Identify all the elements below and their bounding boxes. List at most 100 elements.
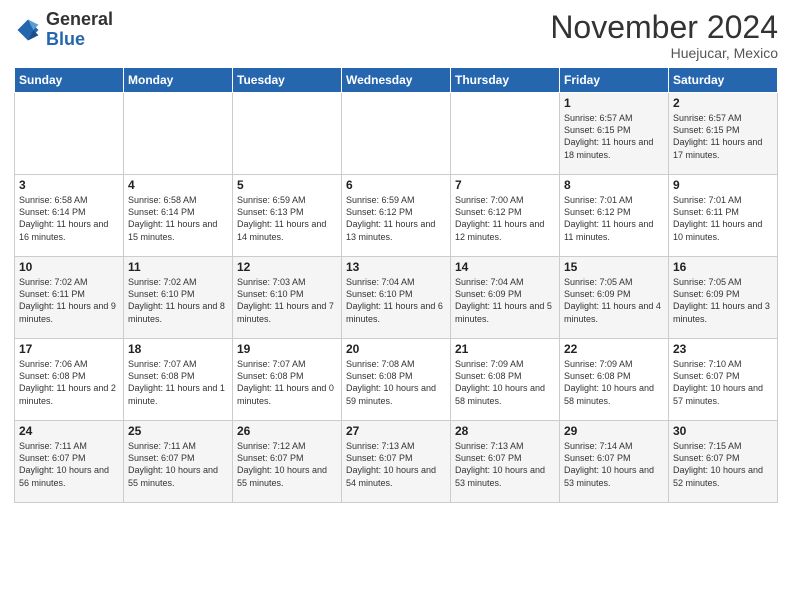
weekday-header-wednesday: Wednesday — [342, 68, 451, 93]
day-number: 2 — [673, 96, 773, 110]
day-number: 21 — [455, 342, 555, 356]
weekday-row: SundayMondayTuesdayWednesdayThursdayFrid… — [15, 68, 778, 93]
logo-text: General Blue — [46, 10, 113, 50]
day-number: 26 — [237, 424, 337, 438]
calendar-body: 1 Sunrise: 6:57 AM Sunset: 6:15 PM Daylig… — [15, 93, 778, 503]
calendar-cell: 5 Sunrise: 6:59 AM Sunset: 6:13 PM Daylig… — [233, 175, 342, 257]
calendar-cell: 15 Sunrise: 7:05 AM Sunset: 6:09 PM Dayli… — [560, 257, 669, 339]
logo-general: General — [46, 9, 113, 29]
calendar-cell: 21 Sunrise: 7:09 AM Sunset: 6:08 PM Dayli… — [451, 339, 560, 421]
day-info: Sunrise: 7:01 AM Sunset: 6:11 PM Dayligh… — [673, 194, 773, 243]
day-number: 28 — [455, 424, 555, 438]
day-number: 8 — [564, 178, 664, 192]
logo: General Blue — [14, 10, 113, 50]
calendar-week-0: 1 Sunrise: 6:57 AM Sunset: 6:15 PM Daylig… — [15, 93, 778, 175]
calendar-cell — [342, 93, 451, 175]
calendar-cell: 12 Sunrise: 7:03 AM Sunset: 6:10 PM Dayli… — [233, 257, 342, 339]
page-header: General Blue November 2024 Huejucar, Mex… — [14, 10, 778, 61]
day-number: 13 — [346, 260, 446, 274]
weekday-header-thursday: Thursday — [451, 68, 560, 93]
day-info: Sunrise: 7:11 AM Sunset: 6:07 PM Dayligh… — [128, 440, 228, 489]
day-info: Sunrise: 7:04 AM Sunset: 6:10 PM Dayligh… — [346, 276, 446, 325]
calendar-cell: 4 Sunrise: 6:58 AM Sunset: 6:14 PM Daylig… — [124, 175, 233, 257]
calendar-week-4: 24 Sunrise: 7:11 AM Sunset: 6:07 PM Dayli… — [15, 421, 778, 503]
calendar-cell: 20Sunrise: 7:08 AM Sunset: 6:08 PM Dayli… — [342, 339, 451, 421]
day-info: Sunrise: 6:57 AM Sunset: 6:15 PM Dayligh… — [673, 112, 773, 161]
calendar-cell — [124, 93, 233, 175]
day-info: Sunrise: 7:01 AM Sunset: 6:12 PM Dayligh… — [564, 194, 664, 243]
day-number: 23 — [673, 342, 773, 356]
page-container: General Blue November 2024 Huejucar, Mex… — [0, 0, 792, 513]
day-number: 16 — [673, 260, 773, 274]
day-number: 4 — [128, 178, 228, 192]
day-info: Sunrise: 7:08 AM Sunset: 6:08 PM Dayligh… — [346, 358, 446, 407]
calendar-week-3: 17 Sunrise: 7:06 AM Sunset: 6:08 PM Dayli… — [15, 339, 778, 421]
calendar-cell: 26 Sunrise: 7:12 AM Sunset: 6:07 PM Dayli… — [233, 421, 342, 503]
calendar-cell: 29Sunrise: 7:14 AM Sunset: 6:07 PM Dayli… — [560, 421, 669, 503]
day-info: Sunrise: 7:12 AM Sunset: 6:07 PM Dayligh… — [237, 440, 337, 489]
calendar-cell — [451, 93, 560, 175]
calendar-cell: 2 Sunrise: 6:57 AM Sunset: 6:15 PM Daylig… — [669, 93, 778, 175]
calendar-cell — [233, 93, 342, 175]
calendar-cell: 1Sunrise: 6:57 AM Sunset: 6:15 PM Daylig… — [560, 93, 669, 175]
day-number: 17 — [19, 342, 119, 356]
day-number: 18 — [128, 342, 228, 356]
weekday-header-tuesday: Tuesday — [233, 68, 342, 93]
day-number: 6 — [346, 178, 446, 192]
logo-icon — [14, 16, 42, 44]
calendar-cell: 13 Sunrise: 7:04 AM Sunset: 6:10 PM Dayli… — [342, 257, 451, 339]
day-info: Sunrise: 7:02 AM Sunset: 6:11 PM Dayligh… — [19, 276, 119, 325]
day-number: 7 — [455, 178, 555, 192]
calendar-cell: 14 Sunrise: 7:04 AM Sunset: 6:09 PM Dayli… — [451, 257, 560, 339]
calendar-cell: 28 Sunrise: 7:13 AM Sunset: 6:07 PM Dayli… — [451, 421, 560, 503]
calendar-table: SundayMondayTuesdayWednesdayThursdayFrid… — [14, 67, 778, 503]
month-title: November 2024 — [550, 10, 778, 45]
calendar-cell: 7 Sunrise: 7:00 AM Sunset: 6:12 PM Daylig… — [451, 175, 560, 257]
day-info: Sunrise: 7:09 AM Sunset: 6:08 PM Dayligh… — [455, 358, 555, 407]
calendar-cell: 11Sunrise: 7:02 AM Sunset: 6:10 PM Dayli… — [124, 257, 233, 339]
day-info: Sunrise: 6:58 AM Sunset: 6:14 PM Dayligh… — [128, 194, 228, 243]
day-info: Sunrise: 7:00 AM Sunset: 6:12 PM Dayligh… — [455, 194, 555, 243]
calendar-cell: 17 Sunrise: 7:06 AM Sunset: 6:08 PM Dayli… — [15, 339, 124, 421]
day-info: Sunrise: 7:13 AM Sunset: 6:07 PM Dayligh… — [455, 440, 555, 489]
weekday-header-monday: Monday — [124, 68, 233, 93]
day-number: 24 — [19, 424, 119, 438]
day-info: Sunrise: 7:13 AM Sunset: 6:07 PM Dayligh… — [346, 440, 446, 489]
day-number: 30 — [673, 424, 773, 438]
title-block: November 2024 Huejucar, Mexico — [550, 10, 778, 61]
day-number: 25 — [128, 424, 228, 438]
day-number: 1 — [564, 96, 664, 110]
day-number: 11 — [128, 260, 228, 274]
day-number: 14 — [455, 260, 555, 274]
day-info: Sunrise: 7:07 AM Sunset: 6:08 PM Dayligh… — [237, 358, 337, 407]
day-info: Sunrise: 7:06 AM Sunset: 6:08 PM Dayligh… — [19, 358, 119, 407]
day-info: Sunrise: 7:11 AM Sunset: 6:07 PM Dayligh… — [19, 440, 119, 489]
day-info: Sunrise: 7:04 AM Sunset: 6:09 PM Dayligh… — [455, 276, 555, 325]
day-number: 19 — [237, 342, 337, 356]
day-info: Sunrise: 7:07 AM Sunset: 6:08 PM Dayligh… — [128, 358, 228, 407]
day-info: Sunrise: 6:59 AM Sunset: 6:13 PM Dayligh… — [237, 194, 337, 243]
calendar-cell: 19 Sunrise: 7:07 AM Sunset: 6:08 PM Dayli… — [233, 339, 342, 421]
calendar-cell: 8 Sunrise: 7:01 AM Sunset: 6:12 PM Daylig… — [560, 175, 669, 257]
location-subtitle: Huejucar, Mexico — [550, 45, 778, 61]
day-number: 12 — [237, 260, 337, 274]
day-info: Sunrise: 7:05 AM Sunset: 6:09 PM Dayligh… — [673, 276, 773, 325]
day-number: 5 — [237, 178, 337, 192]
day-info: Sunrise: 7:10 AM Sunset: 6:07 PM Dayligh… — [673, 358, 773, 407]
calendar-week-2: 10Sunrise: 7:02 AM Sunset: 6:11 PM Dayli… — [15, 257, 778, 339]
calendar-cell: 24 Sunrise: 7:11 AM Sunset: 6:07 PM Dayli… — [15, 421, 124, 503]
day-info: Sunrise: 6:58 AM Sunset: 6:14 PM Dayligh… — [19, 194, 119, 243]
day-info: Sunrise: 7:14 AM Sunset: 6:07 PM Dayligh… — [564, 440, 664, 489]
calendar-cell: 6 Sunrise: 6:59 AM Sunset: 6:12 PM Daylig… — [342, 175, 451, 257]
calendar-cell: 3Sunrise: 6:58 AM Sunset: 6:14 PM Daylig… — [15, 175, 124, 257]
calendar-cell — [15, 93, 124, 175]
weekday-header-friday: Friday — [560, 68, 669, 93]
day-info: Sunrise: 7:05 AM Sunset: 6:09 PM Dayligh… — [564, 276, 664, 325]
calendar-cell: 30Sunrise: 7:15 AM Sunset: 6:07 PM Dayli… — [669, 421, 778, 503]
day-info: Sunrise: 6:59 AM Sunset: 6:12 PM Dayligh… — [346, 194, 446, 243]
day-info: Sunrise: 7:03 AM Sunset: 6:10 PM Dayligh… — [237, 276, 337, 325]
day-info: Sunrise: 7:09 AM Sunset: 6:08 PM Dayligh… — [564, 358, 664, 407]
calendar-header: SundayMondayTuesdayWednesdayThursdayFrid… — [15, 68, 778, 93]
day-number: 15 — [564, 260, 664, 274]
day-number: 27 — [346, 424, 446, 438]
